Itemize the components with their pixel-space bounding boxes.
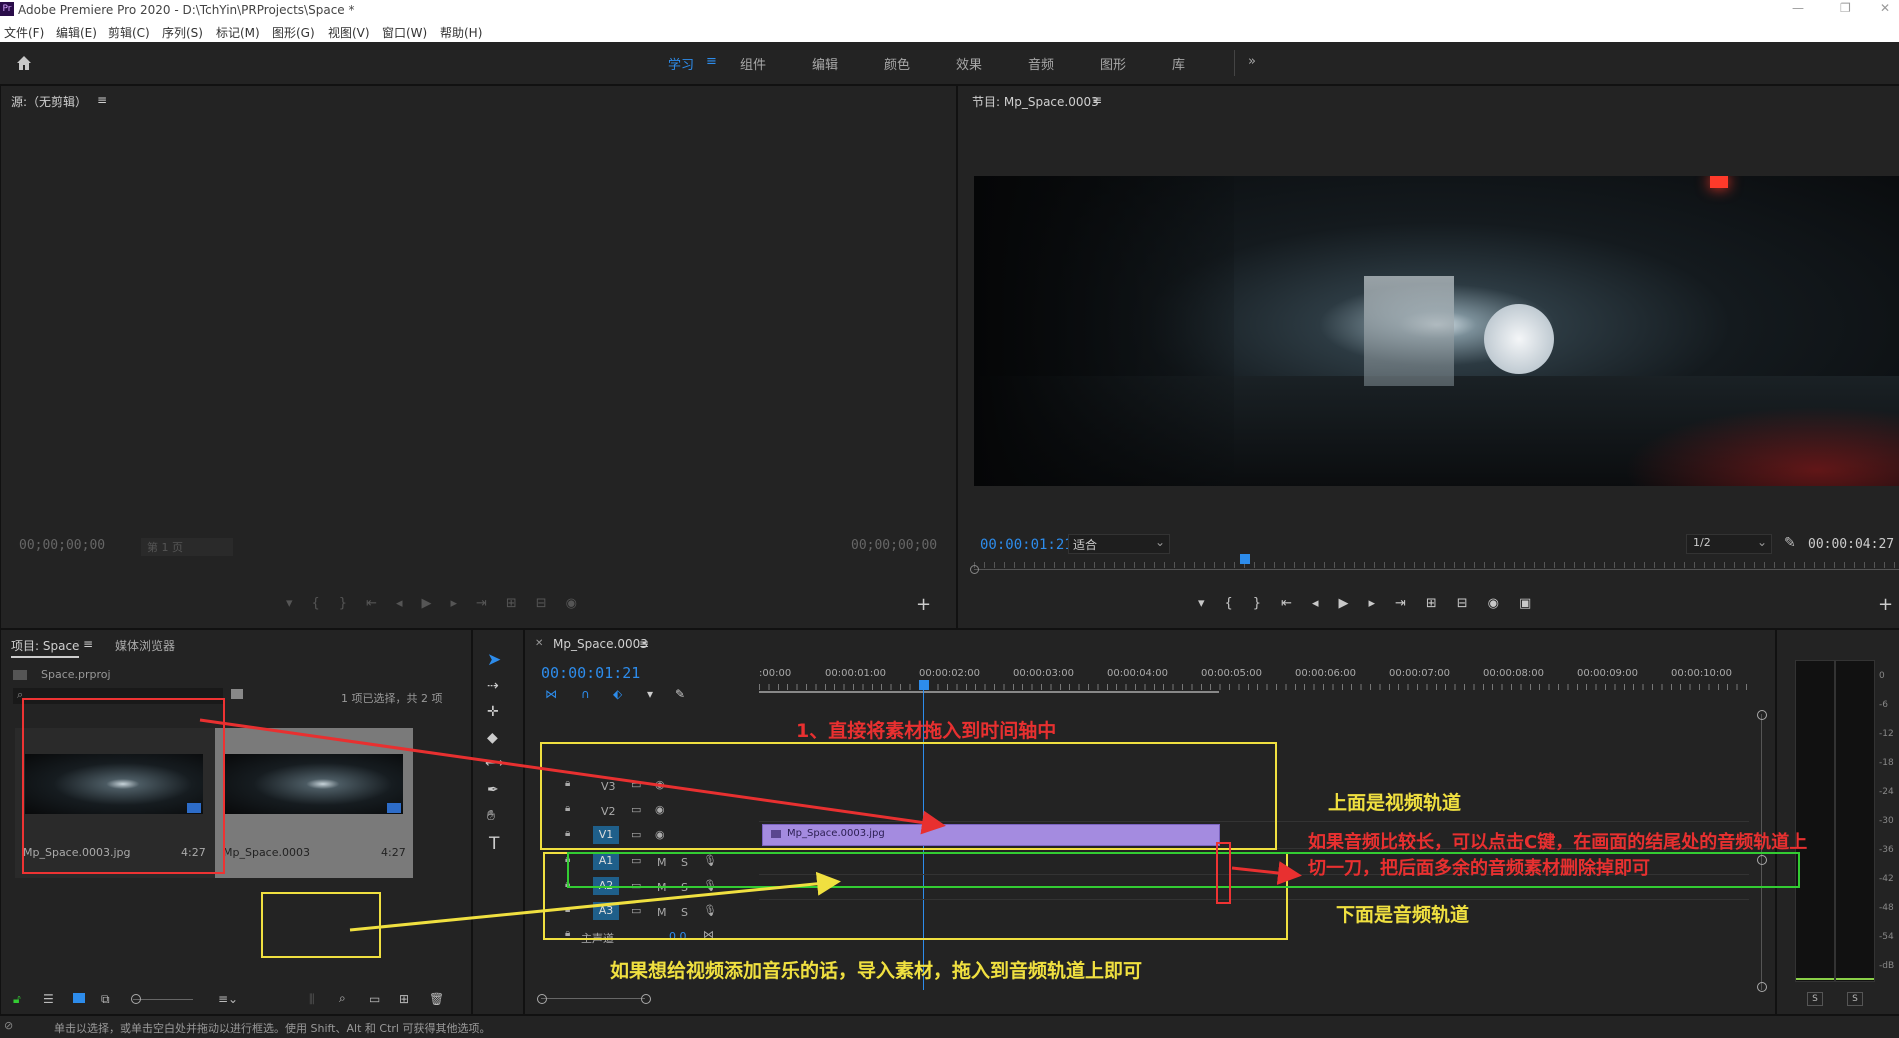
annotation-add-music: 如果想给视频添加音乐的话，导入素材，拖入到音频轨道上即可	[610, 960, 1143, 982]
annotation-audio-tracks: 下面是音频轨道	[1336, 904, 1470, 926]
annotation-audio-tip-line2: 切一刀，把后面多余的音频素材删除掉即可	[1308, 858, 1650, 879]
annotation-audio-tip-line1: 如果音频比较长，可以点击C键，在画面的结尾处的音频轨道上	[1308, 832, 1808, 853]
drag-to-audio-arrow	[349, 871, 841, 932]
cut-point-arrow	[1231, 861, 1302, 885]
annotation-arrows	[199, 718, 1302, 932]
annotation-step1: 1、直接将素材拖入到时间轴中	[796, 720, 1057, 742]
annotation-video-tracks: 上面是视频轨道	[1328, 792, 1462, 814]
